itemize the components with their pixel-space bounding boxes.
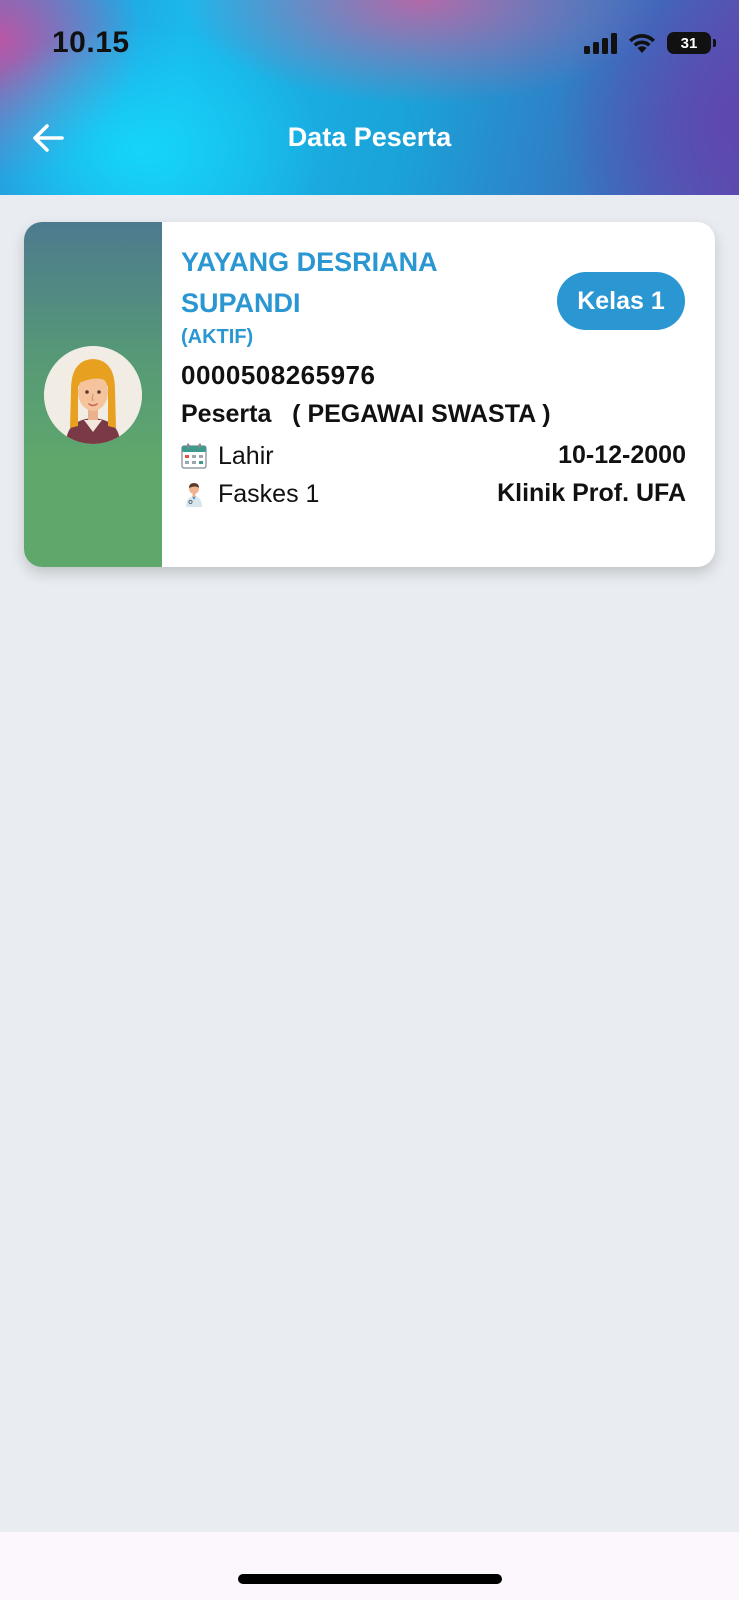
home-indicator[interactable]	[238, 1574, 502, 1584]
doctor-icon	[186, 483, 202, 507]
female-avatar-icon	[44, 346, 142, 444]
page-title: Data Peserta	[287, 122, 452, 152]
calendar-icon	[181, 443, 207, 469]
card-number: 0000508265976	[181, 360, 376, 390]
member-status: (AKTIF)	[181, 326, 254, 348]
faskes-row: Faskes 1 Klinik Prof. UFA	[181, 478, 686, 512]
status-bar-time: 10.15	[52, 26, 130, 59]
class-badge[interactable]: Kelas 1	[557, 272, 685, 330]
app-header: 10.15 31 Data Peserta	[0, 0, 739, 195]
birth-date-row: Lahir 10-12-2000	[181, 440, 686, 474]
home-bar-area	[0, 1532, 739, 1600]
member-type: Peserta ( PEGAWAI SWASTA )	[181, 400, 551, 428]
battery-icon: 31	[667, 32, 716, 54]
birth-date-value: 10-12-2000	[558, 441, 686, 469]
signal-icon	[584, 32, 617, 54]
member-name: YAYANG DESRIANA SUPANDI	[181, 247, 437, 318]
status-bar-icons: 31	[584, 32, 716, 54]
member-card: YAYANG DESRIANA SUPANDI (AKTIF) Kelas 1 …	[24, 222, 715, 567]
faskes-value: Klinik Prof. UFA	[497, 479, 686, 507]
birth-date-label: Lahir	[218, 442, 274, 470]
faskes-label: Faskes 1	[218, 480, 320, 508]
avatar	[44, 346, 142, 444]
card-side-strip	[24, 222, 162, 567]
wifi-icon	[629, 34, 655, 53]
